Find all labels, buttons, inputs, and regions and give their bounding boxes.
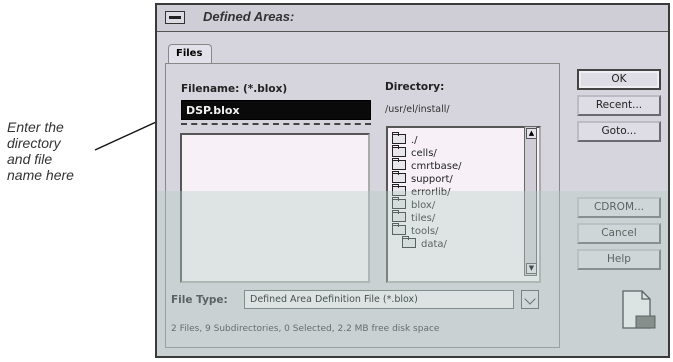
folder-icon xyxy=(392,158,406,170)
tab-files[interactable]: Files xyxy=(168,44,212,64)
directory-item-label: tools/ xyxy=(411,226,439,237)
scroll-up-arrow-icon[interactable]: ▲ xyxy=(526,128,537,139)
directory-item-label: tiles/ xyxy=(411,213,436,224)
title-bar: Defined Areas: xyxy=(157,5,668,32)
cdrom-button[interactable]: CDROM... xyxy=(577,197,661,218)
files-list[interactable] xyxy=(180,133,370,283)
folder-icon xyxy=(392,171,406,183)
filetype-select[interactable]: Defined Area Definition File (*.blox) xyxy=(244,290,514,309)
directory-item[interactable]: data/ xyxy=(402,236,447,251)
annotation-line: and file xyxy=(7,151,53,167)
folder-icon xyxy=(392,197,406,209)
directory-item-label: ./ xyxy=(411,135,418,146)
folder-icon xyxy=(402,236,416,248)
annotation-line: directory xyxy=(7,135,61,151)
folder-icon xyxy=(392,145,406,157)
folder-icon xyxy=(392,132,406,144)
directory-item-label: blox/ xyxy=(411,200,436,211)
cancel-button[interactable]: Cancel xyxy=(577,223,661,244)
document-icon xyxy=(622,290,656,329)
directory-item[interactable]: cmrtbase/ xyxy=(392,158,462,173)
annotation-text: Enter the directory and file name here xyxy=(7,119,137,183)
folder-icon xyxy=(392,223,406,235)
directory-item[interactable]: support/ xyxy=(392,171,453,186)
defined-areas-dialog: Defined Areas: Files Filename: (*.blox) … xyxy=(155,3,670,358)
directory-item-label: errorlib/ xyxy=(411,187,451,198)
dialog-title: Defined Areas: xyxy=(203,9,295,24)
directory-item[interactable]: tools/ xyxy=(392,223,439,238)
folder-icon xyxy=(392,184,406,196)
directory-item[interactable]: errorlib/ xyxy=(392,184,451,199)
folder-icon xyxy=(392,210,406,222)
directory-list: ./ cells/ cmrtbase/ support/ errorlib/ b… xyxy=(386,126,541,283)
window-menu-button[interactable] xyxy=(165,11,185,24)
directory-item-label: cmrtbase/ xyxy=(411,161,462,172)
filetype-dropdown-button[interactable] xyxy=(521,290,539,309)
annotation-line: name here xyxy=(7,167,74,183)
directory-path: /usr/el/install/ xyxy=(385,104,450,115)
recent-button[interactable]: Recent... xyxy=(577,95,661,116)
goto-button[interactable]: Goto... xyxy=(577,121,661,142)
ok-button[interactable]: OK xyxy=(577,69,661,90)
filetype-label: File Type: xyxy=(171,294,228,306)
annotation-line: Enter the xyxy=(7,119,64,135)
directory-item-label: cells/ xyxy=(411,148,437,159)
directory-label: Directory: xyxy=(385,81,445,93)
directory-item-label: support/ xyxy=(411,174,453,185)
filename-field[interactable]: DSP.blox xyxy=(181,100,371,120)
status-text: 2 Files, 9 Subdirectories, 0 Selected, 2… xyxy=(171,324,440,334)
directory-scrollbar[interactable]: ▲ ▼ xyxy=(524,126,537,276)
filename-label: Filename: (*.blox) xyxy=(181,83,288,95)
directory-item-label: data/ xyxy=(421,239,447,250)
scroll-down-arrow-icon[interactable]: ▼ xyxy=(526,263,537,274)
filename-underline xyxy=(181,123,371,129)
help-button[interactable]: Help xyxy=(577,249,661,270)
